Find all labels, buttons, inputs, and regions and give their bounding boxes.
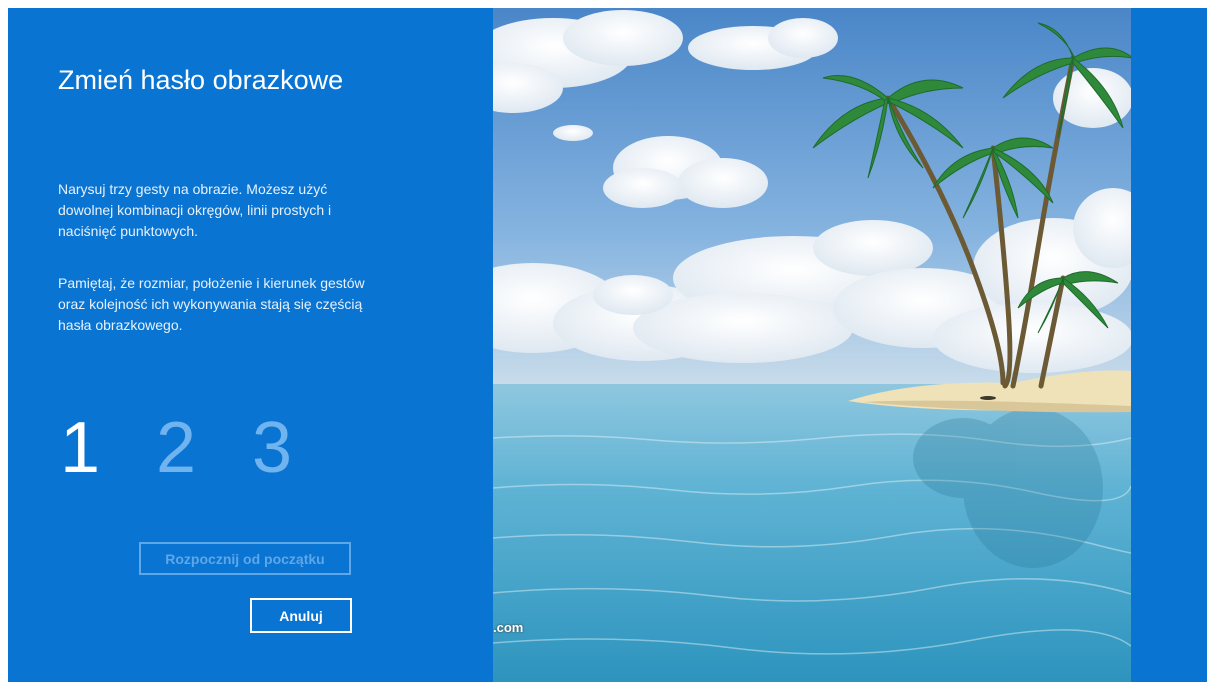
tropical-island-image bbox=[493, 8, 1131, 682]
gesture-picture[interactable]: .com bbox=[493, 8, 1131, 682]
gesture-step-2: 2 bbox=[156, 408, 197, 488]
start-over-button[interactable]: Rozpocznij od początku bbox=[139, 542, 351, 575]
page-title: Zmień hasło obrazkowe bbox=[58, 65, 344, 95]
instructions-paragraph-1: Narysuj trzy gesty na obrazie. Możesz uż… bbox=[58, 181, 332, 239]
cancel-button[interactable]: Anuluj bbox=[250, 598, 352, 633]
gesture-step-3: 3 bbox=[252, 408, 293, 488]
instructions-paragraph-2: Pamiętaj, że rozmiar, położenie i kierun… bbox=[58, 275, 365, 333]
gesture-step-indicator: 1 2 3 bbox=[60, 403, 312, 493]
gesture-step-1: 1 bbox=[60, 408, 101, 488]
picture-password-screen: Zmień hasło obrazkowe Narysuj trzy gesty… bbox=[8, 8, 1207, 682]
image-watermark: .com bbox=[493, 620, 524, 635]
instructions-panel: Zmień hasło obrazkowe Narysuj trzy gesty… bbox=[8, 8, 493, 682]
